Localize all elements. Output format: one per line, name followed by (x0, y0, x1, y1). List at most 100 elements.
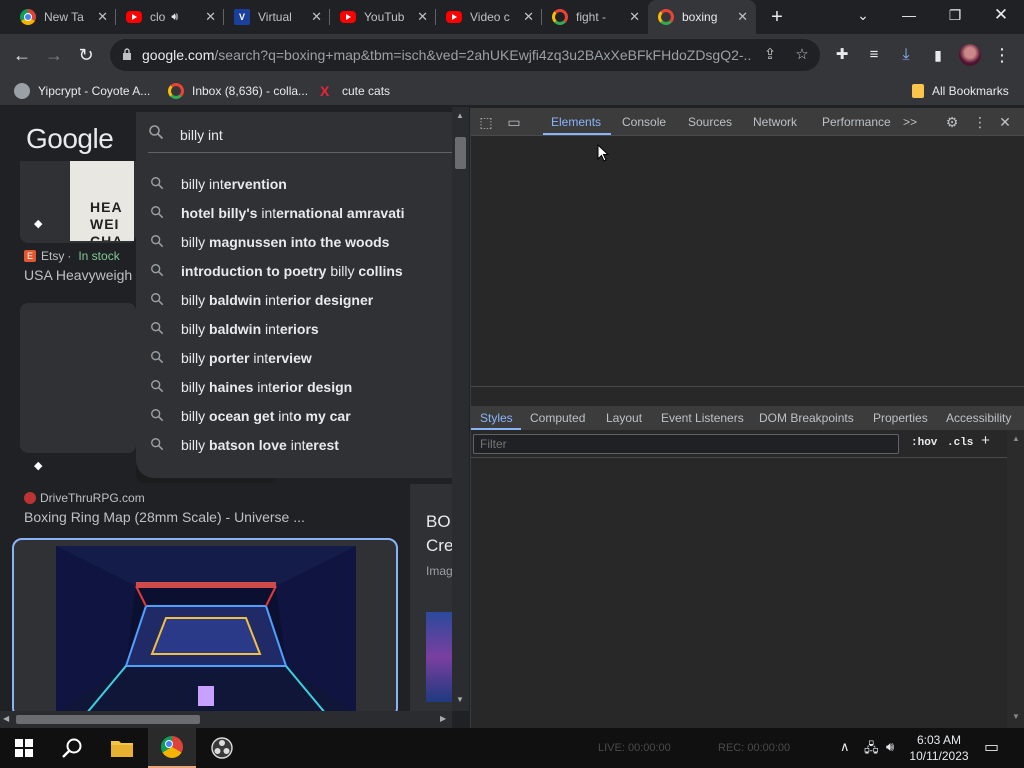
bookmark-inbox[interactable]: Inbox (8,636) - colla... (168, 82, 308, 100)
subtab-styles[interactable]: Styles (480, 411, 513, 425)
tab-fight[interactable]: fight - ✕ (542, 0, 648, 34)
suggestion-item[interactable]: billy haines interior design (136, 372, 452, 401)
file-explorer-button[interactable] (98, 728, 146, 768)
close-icon[interactable]: ✕ (417, 10, 428, 24)
suggestion-item[interactable]: billy ocean get into my car (136, 401, 452, 430)
tab-video[interactable]: Video c ✕ (436, 0, 542, 34)
styles-scrollbar[interactable]: ▲ ▼ (1007, 430, 1024, 728)
share-icon[interactable]: ⇪ (760, 45, 780, 65)
google-logo[interactable]: Google (26, 123, 114, 155)
bookmark-star-icon[interactable]: ☆ (792, 45, 812, 65)
restore-icon[interactable]: ❐ (932, 0, 978, 30)
tab-performance[interactable]: Performance (822, 115, 891, 129)
device-toolbar-icon[interactable]: ▭ (505, 113, 523, 131)
download-icon[interactable]: ⤓ (894, 43, 918, 67)
suggestion-item[interactable]: hotel billy's international amravati (136, 198, 452, 227)
window-close-icon[interactable]: ✕ (978, 0, 1024, 30)
chrome-taskbar-button[interactable] (148, 728, 196, 768)
result-title[interactable]: USA Heavyweigh (24, 267, 132, 283)
selected-result-card[interactable] (12, 538, 398, 711)
close-icon[interactable]: ✕ (311, 10, 322, 24)
result-title[interactable]: Boxing Ring Map (28mm Scale) - Universe … (24, 509, 305, 525)
tab-boxing[interactable]: boxing ✕ (648, 0, 756, 34)
tab-virtualbox[interactable]: V Virtual ✕ (224, 0, 330, 34)
scroll-right-arrow[interactable]: ▶ (440, 714, 446, 723)
page-vertical-scrollbar[interactable]: ▲ ▼ (452, 107, 469, 711)
scroll-left-arrow[interactable]: ◀ (3, 714, 9, 723)
hover-state-toggle[interactable]: :hov (911, 437, 937, 449)
suggestion-item[interactable]: billy magnussen into the woods (136, 227, 452, 256)
search-input[interactable]: billy int (180, 127, 223, 143)
media-queue-icon[interactable]: ≡ (862, 43, 886, 67)
obs-taskbar-button[interactable] (198, 728, 246, 768)
side-panel-image[interactable] (426, 612, 452, 702)
styles-filter-input[interactable] (473, 434, 899, 454)
suggestion-item[interactable]: billy batson love interest (136, 430, 452, 459)
notifications-icon[interactable]: ▭ (984, 737, 999, 757)
search-box[interactable]: billy int (136, 112, 452, 156)
network-icon[interactable]: 🖧︎ (864, 739, 879, 761)
extensions-icon[interactable]: ✚ (830, 43, 854, 67)
reload-icon[interactable]: ↻ (74, 43, 98, 67)
suggestion-item[interactable]: introduction to poetry billy collins (136, 256, 452, 285)
show-hidden-icons-icon[interactable]: ∧ (840, 739, 850, 755)
scrollbar-thumb[interactable] (16, 715, 200, 724)
subtab-dom-breakpoints[interactable]: DOM Breakpoints (759, 411, 854, 425)
tab-youtube-audio[interactable]: clo 🔊︎ ✕ (116, 0, 224, 34)
devtools-close-icon[interactable]: ✕ (996, 113, 1014, 131)
suggestion-item[interactable]: billy baldwin interior designer (136, 285, 452, 314)
volume-icon[interactable]: 🔊︎ (886, 739, 894, 755)
side-panel-title[interactable]: BO Cre (426, 510, 452, 558)
system-clock[interactable]: 6:03 AM 10/11/2023 (906, 732, 972, 764)
back-icon[interactable]: ← (10, 43, 34, 67)
book-cover[interactable]: HEA WEI CHA (70, 159, 134, 241)
suggestion-item[interactable]: billy intervention (136, 169, 452, 198)
bookmark-yipcrypt[interactable]: Yipcrypt - Coyote A... (14, 82, 150, 100)
close-icon[interactable]: ✕ (523, 10, 534, 24)
tab-search-icon[interactable]: ⌄ (840, 0, 886, 30)
more-tabs-icon[interactable]: >> (903, 115, 917, 129)
close-icon[interactable]: ✕ (737, 10, 748, 24)
elements-dom-tree[interactable] (471, 136, 1024, 387)
address-bar[interactable]: google.com/search?q=boxing+map&tbm=isch&… (110, 39, 820, 71)
suggestion-item[interactable]: billy porter interview (136, 343, 452, 372)
scrollbar-thumb[interactable] (455, 137, 466, 169)
lock-icon[interactable] (122, 48, 132, 60)
close-icon[interactable]: ✕ (629, 10, 640, 24)
tab-sources[interactable]: Sources (688, 115, 732, 129)
page-horizontal-scrollbar[interactable]: ◀ ▶ (0, 711, 452, 728)
result-thumbnail[interactable] (20, 303, 136, 453)
menu-kebab-icon[interactable]: ⋮ (990, 43, 1014, 67)
subtab-event-listeners[interactable]: Event Listeners (661, 411, 744, 425)
close-icon[interactable]: ✕ (97, 10, 108, 24)
start-button[interactable] (0, 728, 48, 768)
boxing-ring-image[interactable] (56, 546, 356, 711)
tab-console[interactable]: Console (622, 115, 666, 129)
subtab-accessibility[interactable]: Accessibility (946, 411, 1011, 425)
subtab-layout[interactable]: Layout (606, 411, 642, 425)
scroll-up-arrow[interactable]: ▲ (1012, 434, 1020, 443)
scroll-down-arrow[interactable]: ▼ (1012, 712, 1020, 721)
result-source[interactable]: DriveThruRPG.com (24, 491, 145, 505)
inspect-element-icon[interactable]: ⬚ (477, 113, 495, 131)
search-button[interactable] (48, 728, 96, 768)
scroll-up-arrow[interactable]: ▲ (456, 111, 464, 120)
class-toggle[interactable]: .cls (947, 437, 973, 449)
url-text[interactable]: google.com/search?q=boxing+map&tbm=isch&… (142, 47, 752, 63)
tab-new-tab[interactable]: New Ta ✕ (10, 0, 116, 34)
result-source[interactable]: E Etsy · In stock (24, 249, 120, 263)
all-bookmarks[interactable]: All Bookmarks (912, 82, 1009, 100)
tab-network[interactable]: Network (753, 115, 797, 129)
devtools-menu-icon[interactable]: ⋮ (971, 113, 989, 131)
minimize-icon[interactable]: — (886, 0, 932, 30)
close-icon[interactable]: ✕ (205, 10, 216, 24)
bookmark-cute-cats[interactable]: X cute cats (320, 82, 390, 100)
scroll-down-arrow[interactable]: ▼ (456, 695, 464, 704)
forward-icon[interactable]: → (42, 43, 66, 67)
tab-elements[interactable]: Elements (551, 115, 601, 129)
suggestion-item[interactable]: billy baldwin interiors (136, 314, 452, 343)
speaker-icon[interactable]: 🔊︎ (171, 11, 178, 24)
avatar[interactable] (958, 43, 982, 67)
new-rule-icon[interactable]: + (981, 433, 990, 450)
side-panel-icon[interactable]: ▮ (926, 43, 950, 67)
